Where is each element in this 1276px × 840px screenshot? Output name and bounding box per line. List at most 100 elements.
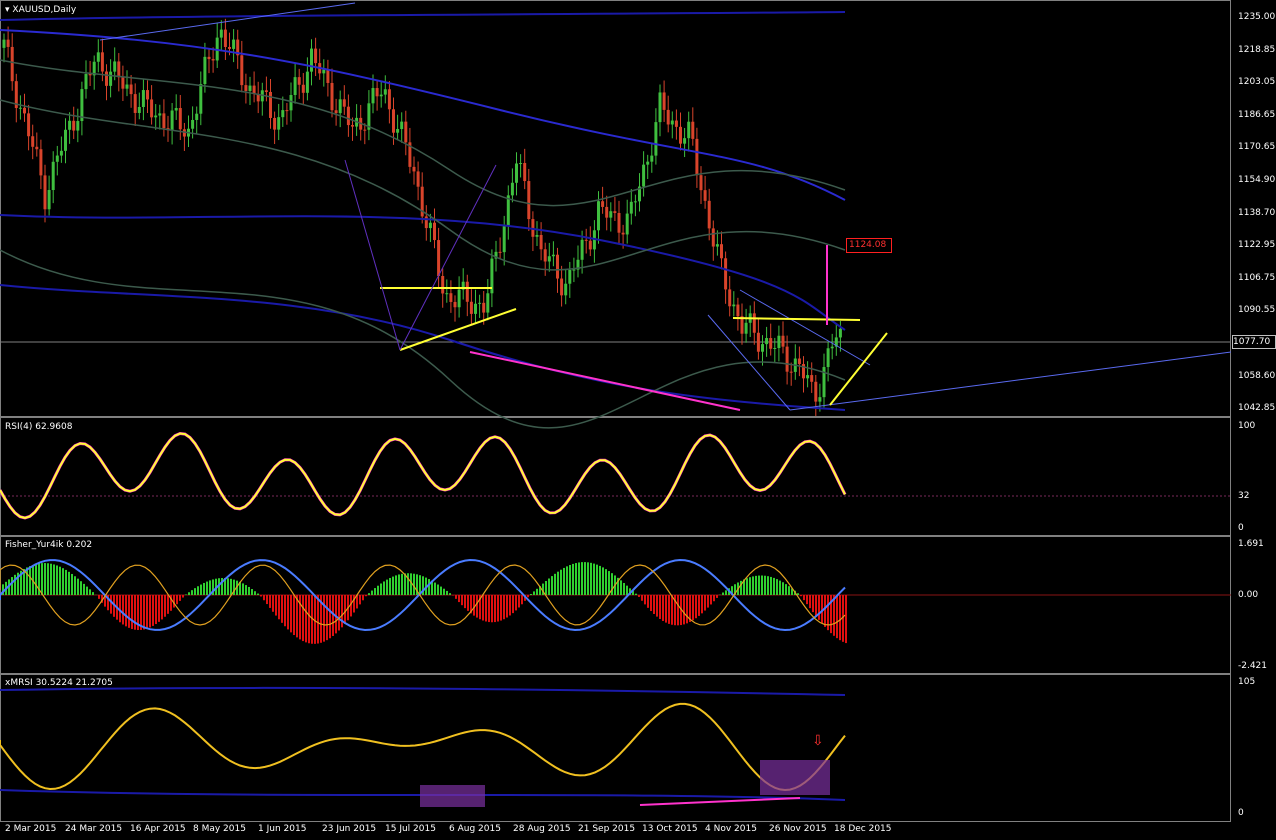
fisher-bar: [11, 577, 13, 595]
fisher-axis-zero: 0.00: [1238, 590, 1259, 600]
fisher-bar: [578, 562, 580, 595]
fisher-bar: [134, 595, 136, 630]
fisher-bar: [779, 580, 781, 595]
fisher-bar: [290, 595, 292, 633]
candle-body: [564, 283, 568, 296]
rsi-axis-0: 0: [1238, 523, 1244, 533]
fisher-bar: [44, 563, 46, 595]
candle-body: [326, 69, 330, 83]
candle-body: [375, 88, 379, 97]
fisher-bar: [557, 571, 559, 595]
rsi-line: [0, 431, 847, 520]
candle-body: [105, 71, 108, 86]
fisher-bar: [446, 590, 448, 595]
candle-body: [154, 115, 158, 118]
candle-body: [240, 55, 244, 86]
fisher-bar: [644, 595, 646, 605]
candle-body: [666, 109, 670, 125]
fisher-bar: [785, 584, 787, 595]
fisher-bar: [380, 583, 382, 595]
fisher-bar: [647, 595, 649, 608]
fisher-bar: [89, 589, 91, 595]
candle-body: [588, 240, 592, 250]
candle-body: [797, 358, 801, 365]
candle-body: [523, 163, 527, 182]
fisher-bar: [776, 579, 778, 595]
fisher-bar: [77, 578, 79, 595]
candle-body: [535, 235, 539, 237]
fisher-bar: [764, 575, 766, 595]
fisher-bar: [458, 595, 460, 603]
fisher-bar: [83, 583, 85, 595]
candle-body: [64, 129, 67, 151]
candle-body: [150, 99, 154, 118]
candle-body: [777, 335, 781, 349]
fisher-bar: [746, 578, 748, 595]
fisher-bar: [701, 595, 703, 614]
candle-body: [699, 175, 703, 191]
fisher-bar: [500, 595, 502, 621]
candle-body: [51, 161, 55, 191]
candle-body: [720, 244, 723, 259]
fisher-bar: [818, 595, 820, 620]
fisher-bar: [521, 595, 523, 605]
fisher-bar: [506, 595, 508, 618]
fisher-axis-top: 1.691: [1238, 539, 1264, 549]
candle-body: [109, 71, 113, 86]
candle-body: [133, 94, 137, 113]
candle-body: [207, 56, 211, 60]
candle-body: [728, 289, 732, 307]
candle-body: [695, 138, 699, 176]
fisher-bar: [686, 595, 688, 624]
candle-body: [6, 39, 10, 47]
date-tick: 13 Oct 2015: [642, 824, 698, 834]
fisher-bar: [653, 595, 655, 614]
candle-body: [551, 254, 555, 257]
fisher-bar: [164, 595, 166, 617]
candle-body: [818, 397, 822, 402]
fisher-bar: [182, 595, 184, 598]
fisher-bar: [512, 595, 514, 614]
fisher-bar: [482, 595, 484, 621]
candle-body: [416, 171, 420, 187]
fisher-bar: [560, 569, 562, 595]
rsi-axis-32: 32: [1238, 491, 1250, 501]
fisher-bar: [317, 595, 319, 644]
candle-body: [781, 335, 785, 347]
candle-body: [478, 302, 482, 304]
fisher-bar: [518, 595, 520, 608]
candle-body: [195, 113, 199, 120]
fisher-bar: [68, 571, 70, 595]
fisher-bar: [497, 595, 499, 622]
fisher-bar: [161, 595, 163, 620]
candle-body: [137, 107, 141, 113]
price-tick: 1090.55: [1238, 305, 1276, 316]
fisher-bar: [131, 595, 133, 629]
fisher-bar: [716, 595, 718, 598]
channel-top: [0, 11, 846, 21]
candle-body: [810, 375, 814, 382]
date-tick: 15 Jul 2015: [385, 824, 436, 834]
candle-body: [125, 84, 129, 89]
fisher-bar: [329, 595, 331, 639]
fisher-bar: [248, 586, 250, 595]
fisher-bar: [836, 595, 838, 639]
candle-body: [752, 313, 756, 333]
fisher-bar: [206, 581, 208, 595]
fisher-bar: [620, 580, 622, 595]
candle-body: [744, 322, 748, 334]
fisher-bar: [251, 589, 253, 595]
xmrsi-band-top: [0, 686, 846, 696]
candle-body: [785, 346, 789, 372]
candle-body: [158, 113, 162, 116]
candle-body: [211, 59, 215, 61]
fisher-bar: [626, 585, 628, 595]
fisher-bar: [608, 571, 610, 595]
candle-body: [662, 92, 666, 110]
target-price-label: 1124.08: [846, 238, 892, 253]
xmrsi-axis-bottom: 0: [1238, 808, 1244, 818]
candle-body: [346, 106, 350, 126]
candle-body: [691, 121, 695, 139]
candle-body: [687, 121, 691, 139]
fisher-bar: [590, 562, 592, 595]
